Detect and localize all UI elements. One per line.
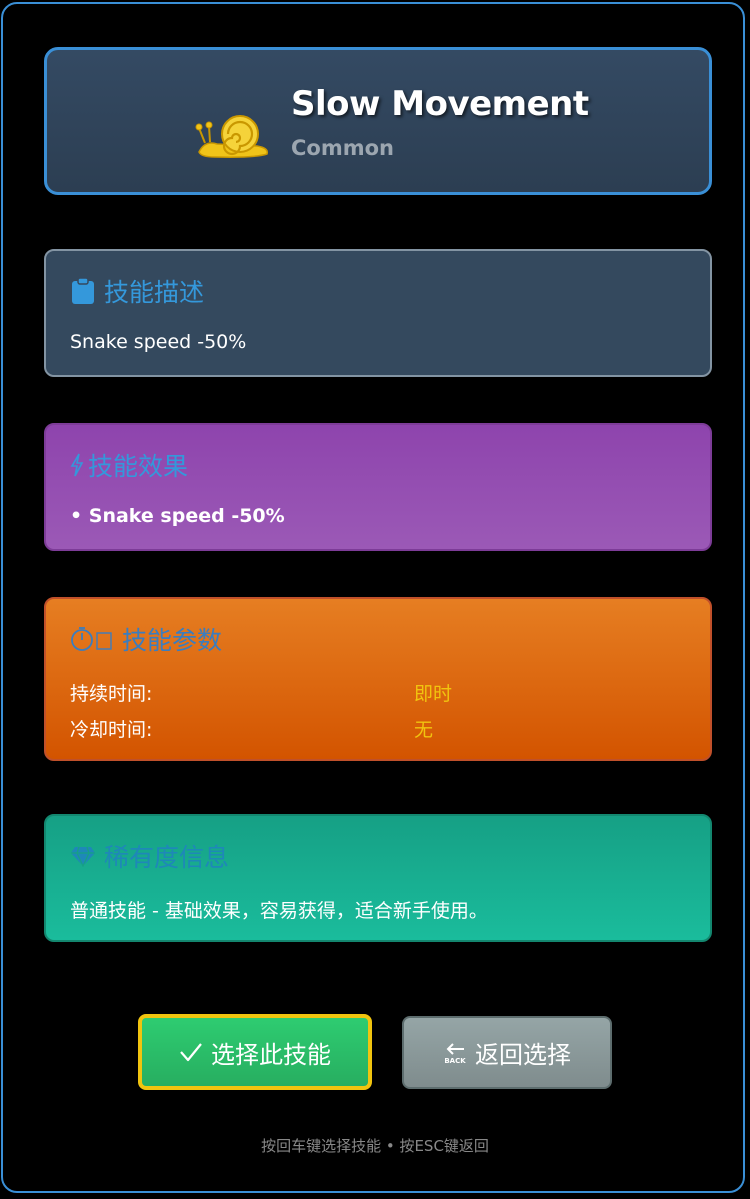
skill-name: Slow Movement [291,84,589,124]
snail-icon [195,110,271,160]
effects-panel: 技能效果 • Snake speed -50% [44,423,712,551]
rarity-info-text: 普通技能 - 基础效果，容易获得，适合新手使用。 [70,900,488,922]
rarity-info-panel: 稀有度信息 普通技能 - 基础效果，容易获得，适合新手使用。 [44,814,712,942]
effects-title: 技能效果 [70,447,188,483]
clipboard-icon [70,277,96,305]
param-label-duration: 持续时间: [70,683,153,705]
stopwatch-icon [70,626,114,652]
description-text: Snake speed -50% [70,331,247,353]
description-title-text: 技能描述 [104,278,205,307]
description-panel: 技能描述 Snake speed -50% [44,249,712,377]
back-arrow-icon: BACK [443,1041,467,1065]
description-title: 技能描述 [70,273,204,309]
params-title-text: 技能参数 [122,626,223,655]
gem-icon [70,845,96,867]
param-value-duration: 即时 [414,683,453,705]
back-label: 返回选择 [475,1041,571,1069]
lightning-icon [70,453,84,477]
effects-title-text: 技能效果 [88,452,189,481]
keyboard-hint: 按回车键选择技能 • 按ESC键返回 [261,1137,489,1155]
select-skill-button[interactable]: 选择此技能 [138,1014,372,1090]
rarity-info-title: 稀有度信息 [70,838,229,874]
skill-header-card: Slow Movement Common [44,47,712,195]
param-label-cooldown: 冷却时间: [70,719,153,741]
checkmark-icon [179,1041,203,1063]
param-value-cooldown: 无 [414,719,434,741]
skill-detail-window: Slow Movement Common 技能描述 Snake speed -5… [1,2,745,1193]
rarity-info-title-text: 稀有度信息 [104,843,230,872]
skill-rarity-label: Common [291,136,394,160]
back-icon-text: BACK [444,1057,466,1065]
select-skill-label: 选择此技能 [211,1040,331,1069]
params-panel: 技能参数 持续时间: 即时 冷却时间: 无 [44,597,712,761]
effect-item: • Snake speed -50% [70,505,285,527]
params-title: 技能参数 [70,621,222,657]
back-button[interactable]: BACK 返回选择 [402,1016,612,1089]
